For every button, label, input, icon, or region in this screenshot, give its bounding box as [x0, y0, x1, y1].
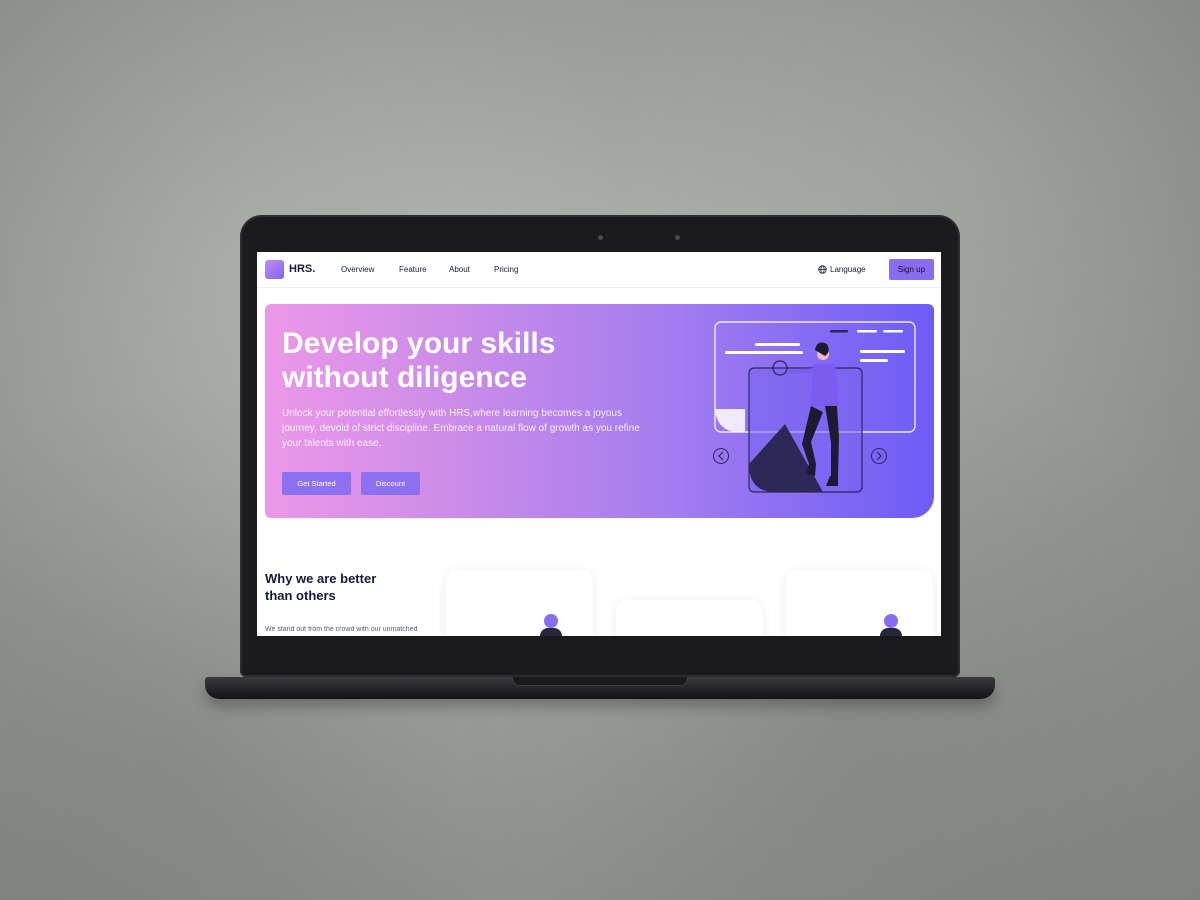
nav-link-overview[interactable]: Overview: [341, 265, 374, 274]
logo-text[interactable]: HRS.: [289, 263, 315, 275]
chevron-right-icon: [871, 448, 887, 464]
camera-icon: [598, 235, 603, 240]
hero-title: Develop your skills without diligence: [282, 327, 556, 394]
avatar: [884, 614, 898, 628]
feature-card[interactable]: [616, 600, 763, 636]
feature-card[interactable]: [446, 570, 593, 636]
person-illustration: [540, 628, 562, 636]
nav-link-pricing[interactable]: Pricing: [494, 265, 518, 274]
avatar: [544, 614, 558, 628]
logo-icon: [265, 260, 284, 279]
feature-card[interactable]: [786, 570, 933, 636]
globe-icon: [818, 265, 827, 274]
laptop-base: [205, 677, 995, 699]
language-label: Language: [830, 265, 866, 274]
chevron-left-icon: [713, 448, 729, 464]
browser-screen: HRS. Overview Feature About Pricing Lang…: [257, 252, 941, 636]
why-title: Why we are better than others: [265, 571, 377, 603]
language-selector[interactable]: Language: [818, 265, 866, 274]
hero-description: Unlock your potential effortlessly with …: [282, 408, 640, 449]
get-started-button[interactable]: Get Started: [282, 472, 351, 495]
person-illustration: [880, 628, 902, 636]
signup-button[interactable]: Sign up: [889, 259, 934, 280]
trackpad-notch: [512, 677, 688, 686]
why-subtitle: We stand out from the crowd with our unm…: [265, 626, 418, 633]
hero-banner: Develop your skills without diligence Un…: [265, 304, 934, 518]
hero-illustration: [713, 321, 916, 493]
sensor-icon: [675, 235, 680, 240]
nav-link-about[interactable]: About: [449, 265, 470, 274]
navbar: HRS. Overview Feature About Pricing Lang…: [257, 252, 941, 288]
nav-link-feature[interactable]: Feature: [399, 265, 427, 274]
discount-button[interactable]: Discount: [361, 472, 420, 495]
